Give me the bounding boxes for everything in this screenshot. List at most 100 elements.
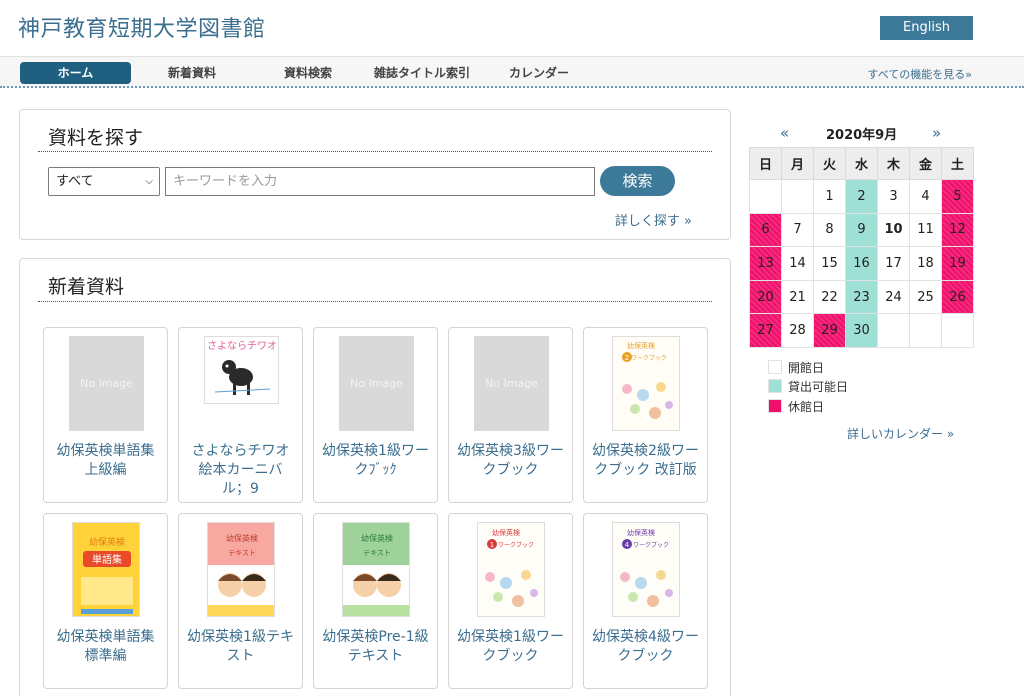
book-card[interactable]: 幼保英検 4 ワークブック 幼保英検4級ワークブック bbox=[583, 513, 708, 689]
book-card[interactable]: 幼保英検 単語集 幼保英検単語集標準編 bbox=[43, 513, 168, 689]
detailed-calendar-link[interactable]: 詳しいカレンダー » bbox=[847, 425, 954, 442]
book-card[interactable]: No Image 幼保英検単語集上級編 bbox=[43, 327, 168, 503]
book-card[interactable]: さよならチワオ さよならチワオ絵本カーニバル；9 bbox=[178, 327, 303, 503]
calendar-day[interactable]: 11 bbox=[909, 212, 942, 248]
book-title[interactable]: 幼保英検2級ワークブック 改訂版 bbox=[590, 442, 701, 480]
calendar-day[interactable]: 23 bbox=[845, 279, 878, 315]
calendar-day[interactable]: 27 bbox=[749, 313, 782, 348]
english-button[interactable]: English bbox=[880, 16, 973, 40]
calendar-day[interactable]: 15 bbox=[813, 246, 846, 281]
book-title[interactable]: 幼保英検単語集上級編 bbox=[50, 442, 161, 480]
cover-subtitle: テキスト bbox=[228, 549, 256, 557]
weekday-header: 日 bbox=[749, 147, 782, 180]
calendar-day-empty bbox=[941, 313, 974, 348]
calendar-day[interactable]: 4 bbox=[909, 179, 942, 214]
book-card[interactable]: No Image 幼保英検3級ワークブック bbox=[448, 327, 573, 503]
calendar-day[interactable]: 14 bbox=[781, 246, 814, 281]
calendar-day[interactable]: 18 bbox=[909, 246, 942, 281]
calendar-day[interactable]: 20 bbox=[749, 279, 782, 315]
book-cover: 幼保英検 4 ワークブック bbox=[612, 522, 680, 617]
all-features-link[interactable]: すべての機能を見る» bbox=[867, 66, 972, 82]
weekday-header: 木 bbox=[877, 147, 910, 180]
book-title[interactable]: 幼保英検3級ワークブック bbox=[455, 442, 566, 480]
book-card[interactable]: 幼保英検 1 ワークブック 幼保英検1級ワークブック bbox=[448, 513, 573, 689]
legend-label: 休館日 bbox=[788, 400, 825, 414]
calendar-day[interactable]: 1 bbox=[813, 179, 846, 214]
main-nav: ホーム 新着資料 資料検索 雑誌タイトル索引 カレンダー すべての機能を見る» bbox=[0, 56, 1024, 88]
calendar-day[interactable]: 19 bbox=[941, 246, 974, 281]
search-scope-value: すべて bbox=[56, 174, 94, 189]
svg-text:4: 4 bbox=[625, 541, 630, 549]
book-card[interactable]: 幼保英検 2 ワークブック 幼保英検2級ワークブック 改訂版 bbox=[583, 327, 708, 503]
calendar-next-button[interactable]: » bbox=[932, 124, 941, 142]
calendar-day-empty bbox=[749, 179, 782, 214]
keyword-input[interactable]: キーワードを入力 bbox=[165, 167, 595, 196]
calendar-day[interactable]: 9 bbox=[845, 212, 878, 248]
cover-subtitle: テキスト bbox=[363, 549, 391, 557]
calendar-day[interactable]: 3 bbox=[877, 179, 910, 214]
search-button[interactable]: 検索 bbox=[600, 166, 675, 196]
book-cover: 幼保英検 テキスト bbox=[342, 522, 410, 617]
book-card[interactable]: No Image 幼保英検1級ワークﾌﾞｯｸ bbox=[313, 327, 438, 503]
cover-subtitle: ワークブック bbox=[498, 541, 534, 549]
new-arrivals-panel: 新着資料 No Image 幼保英検単語集上級編 さよならチワオ さよならチワオ… bbox=[19, 258, 731, 696]
calendar-day[interactable]: 24 bbox=[877, 279, 910, 315]
calendar-prev-button[interactable]: « bbox=[780, 124, 789, 142]
weekday-header: 月 bbox=[781, 147, 814, 180]
legend-label: 開館日 bbox=[788, 361, 825, 375]
nav-home[interactable]: ホーム bbox=[20, 62, 131, 84]
divider bbox=[38, 301, 712, 302]
cover-title: さよならチワオ bbox=[207, 340, 277, 352]
nav-journal-index[interactable]: 雑誌タイトル索引 bbox=[368, 62, 476, 84]
calendar-day-today[interactable]: 10 bbox=[877, 212, 910, 248]
search-scope-select[interactable]: すべて ⌵ bbox=[48, 167, 160, 196]
calendar-day[interactable]: 22 bbox=[813, 279, 846, 315]
calendar-day-empty bbox=[877, 313, 910, 348]
book-cover: さよならチワオ bbox=[204, 336, 279, 404]
calendar-day[interactable]: 30 bbox=[845, 313, 878, 348]
site-title[interactable]: 神戸教育短期大学図書館 bbox=[18, 11, 266, 43]
calendar-day[interactable]: 26 bbox=[941, 279, 974, 315]
calendar-day[interactable]: 7 bbox=[781, 212, 814, 248]
book-title[interactable]: 幼保英検1級ワークﾌﾞｯｸ bbox=[320, 442, 431, 480]
legend-swatch bbox=[768, 360, 782, 374]
chevron-left-icon: « bbox=[780, 124, 790, 142]
calendar-day[interactable]: 13 bbox=[749, 246, 782, 281]
weekday-header: 火 bbox=[813, 147, 846, 180]
book-card[interactable]: 幼保英検 テキスト 幼保英検1級テキスト bbox=[178, 513, 303, 689]
calendar-day[interactable]: 17 bbox=[877, 246, 910, 281]
book-title[interactable]: 幼保英検Pre-1級テキスト bbox=[320, 628, 431, 666]
book-title[interactable]: 幼保英検単語集標準編 bbox=[50, 628, 161, 666]
calendar-day[interactable]: 6 bbox=[749, 212, 782, 248]
calendar-day[interactable]: 16 bbox=[845, 246, 878, 281]
calendar-day[interactable]: 8 bbox=[813, 212, 846, 248]
nav-calendar[interactable]: カレンダー bbox=[495, 62, 583, 84]
book-title[interactable]: 幼保英検4級ワークブック bbox=[590, 628, 701, 666]
weekday-header: 土 bbox=[941, 147, 974, 180]
book-title[interactable]: さよならチワオ絵本カーニバル；9 bbox=[185, 442, 296, 499]
calendar-day-empty bbox=[781, 179, 814, 214]
calendar-month: 2020年9月 bbox=[826, 128, 898, 143]
book-title[interactable]: 幼保英検1級ワークブック bbox=[455, 628, 566, 666]
nav-search[interactable]: 資料検索 bbox=[264, 62, 352, 84]
cover-title: 幼保英検 bbox=[361, 533, 393, 543]
cover-title: 幼保英検 bbox=[627, 341, 655, 350]
book-card[interactable]: 幼保英検 テキスト 幼保英検Pre-1級テキスト bbox=[313, 513, 438, 689]
cover-subtitle: ワークブック bbox=[631, 354, 667, 362]
calendar-day[interactable]: 5 bbox=[941, 179, 974, 214]
calendar-day[interactable]: 25 bbox=[909, 279, 942, 315]
advanced-search-link[interactable]: 詳しく探す » bbox=[615, 210, 692, 229]
svg-text:2: 2 bbox=[625, 354, 629, 362]
calendar-day[interactable]: 21 bbox=[781, 279, 814, 315]
legend-open: 開館日 bbox=[768, 359, 824, 376]
calendar-day[interactable]: 28 bbox=[781, 313, 814, 348]
book-cover: 幼保英検 テキスト bbox=[207, 522, 275, 617]
nav-new-arrivals[interactable]: 新着資料 bbox=[148, 62, 236, 84]
search-panel-title: 資料を探す bbox=[48, 127, 144, 149]
calendar-day[interactable]: 2 bbox=[845, 179, 878, 214]
cover-subtitle: 単語集 bbox=[92, 553, 122, 566]
calendar-day[interactable]: 12 bbox=[941, 212, 974, 248]
book-title[interactable]: 幼保英検1級テキスト bbox=[185, 628, 296, 666]
legend-lending: 貸出可能日 bbox=[768, 378, 848, 395]
calendar-day[interactable]: 29 bbox=[813, 313, 846, 348]
